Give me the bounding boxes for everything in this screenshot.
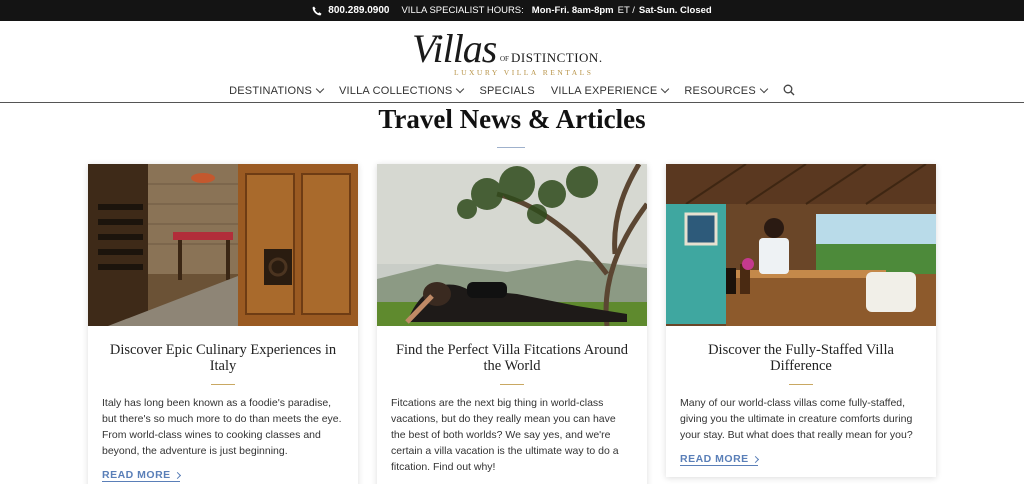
article-image-staffed-villa[interactable] bbox=[666, 164, 936, 326]
search-icon bbox=[783, 84, 795, 99]
title-underline bbox=[500, 384, 524, 385]
chevron-down-icon bbox=[661, 84, 670, 94]
article-title[interactable]: Discover Epic Culinary Experiences in It… bbox=[102, 342, 344, 374]
nav-villa-collections-label: Villa Collections bbox=[339, 85, 453, 97]
nav-specials-label: Specials bbox=[479, 85, 535, 97]
search-button[interactable] bbox=[783, 84, 795, 99]
article-image-fitcation[interactable] bbox=[377, 164, 647, 326]
nav-specials[interactable]: Specials bbox=[479, 85, 534, 97]
article-title[interactable]: Discover the Fully-Staffed Villa Differe… bbox=[680, 342, 922, 374]
hours-weekday: Mon-Fri. 8am-8pm bbox=[531, 5, 614, 16]
top-info-bar: 800.289.0900 Villa Specialist Hours: Mon… bbox=[0, 0, 1024, 21]
nav-villa-experience-label: Villa Experience bbox=[550, 85, 658, 97]
nav-resources-label: Resources bbox=[684, 85, 756, 97]
logo-tagline: Luxury Villa Rentals bbox=[454, 68, 594, 77]
nav-villa-experience[interactable]: Villa Experience bbox=[550, 84, 670, 97]
article-card: Discover the Fully-Staffed Villa Differe… bbox=[666, 164, 936, 477]
chevron-right-icon bbox=[751, 455, 759, 463]
article-excerpt: Fitcations are the next big thing in wor… bbox=[391, 397, 619, 473]
main-nav: Destinations Villa Collections Specials … bbox=[0, 83, 1024, 99]
article-excerpt: Italy has long been known as a foodie's … bbox=[102, 397, 342, 457]
title-underline bbox=[211, 384, 235, 385]
article-title[interactable]: Find the Perfect Villa Fitcations Around… bbox=[391, 342, 633, 374]
chevron-right-icon bbox=[173, 471, 181, 479]
hours-label: Villa Specialist Hours: bbox=[401, 5, 524, 16]
nav-resources[interactable]: Resources bbox=[684, 84, 769, 97]
article-card: Find the Perfect Villa Fitcations Around… bbox=[377, 164, 647, 484]
read-more-link[interactable]: READ MORE bbox=[680, 453, 759, 466]
read-more-link[interactable]: READ MORE bbox=[102, 469, 181, 482]
site-header: Villas OF DISTINCTION. Luxury Villa Rent… bbox=[0, 21, 1024, 103]
chevron-down-icon bbox=[456, 84, 465, 94]
read-more-label: READ MORE bbox=[680, 453, 749, 465]
page-title: Travel News & Articles bbox=[378, 104, 646, 134]
article-card: Discover Epic Culinary Experiences in It… bbox=[88, 164, 358, 484]
site-logo[interactable]: Villas OF DISTINCTION. Luxury Villa Rent… bbox=[412, 27, 612, 81]
nav-destinations[interactable]: Destinations bbox=[229, 84, 325, 97]
hours-weekend: Sat-Sun. Closed bbox=[638, 5, 712, 16]
nav-destinations-label: Destinations bbox=[229, 85, 312, 97]
logo-distinction: DISTINCTION. bbox=[511, 50, 603, 65]
chevron-down-icon bbox=[759, 84, 769, 94]
nav-villa-collections[interactable]: Villa Collections bbox=[339, 84, 465, 97]
chevron-down-icon bbox=[315, 84, 325, 94]
hours-timezone: ET / bbox=[617, 5, 635, 16]
logo-script: Villas bbox=[412, 26, 497, 71]
logo-of: OF bbox=[500, 55, 509, 63]
read-more-label: READ MORE bbox=[102, 469, 171, 481]
phone-icon bbox=[312, 6, 322, 16]
phone-number[interactable]: 800.289.0900 bbox=[328, 5, 389, 16]
article-image-culinary[interactable] bbox=[88, 164, 358, 326]
title-underline bbox=[789, 384, 813, 385]
article-excerpt: Many of our world-class villas come full… bbox=[680, 397, 913, 441]
title-divider bbox=[497, 147, 525, 148]
